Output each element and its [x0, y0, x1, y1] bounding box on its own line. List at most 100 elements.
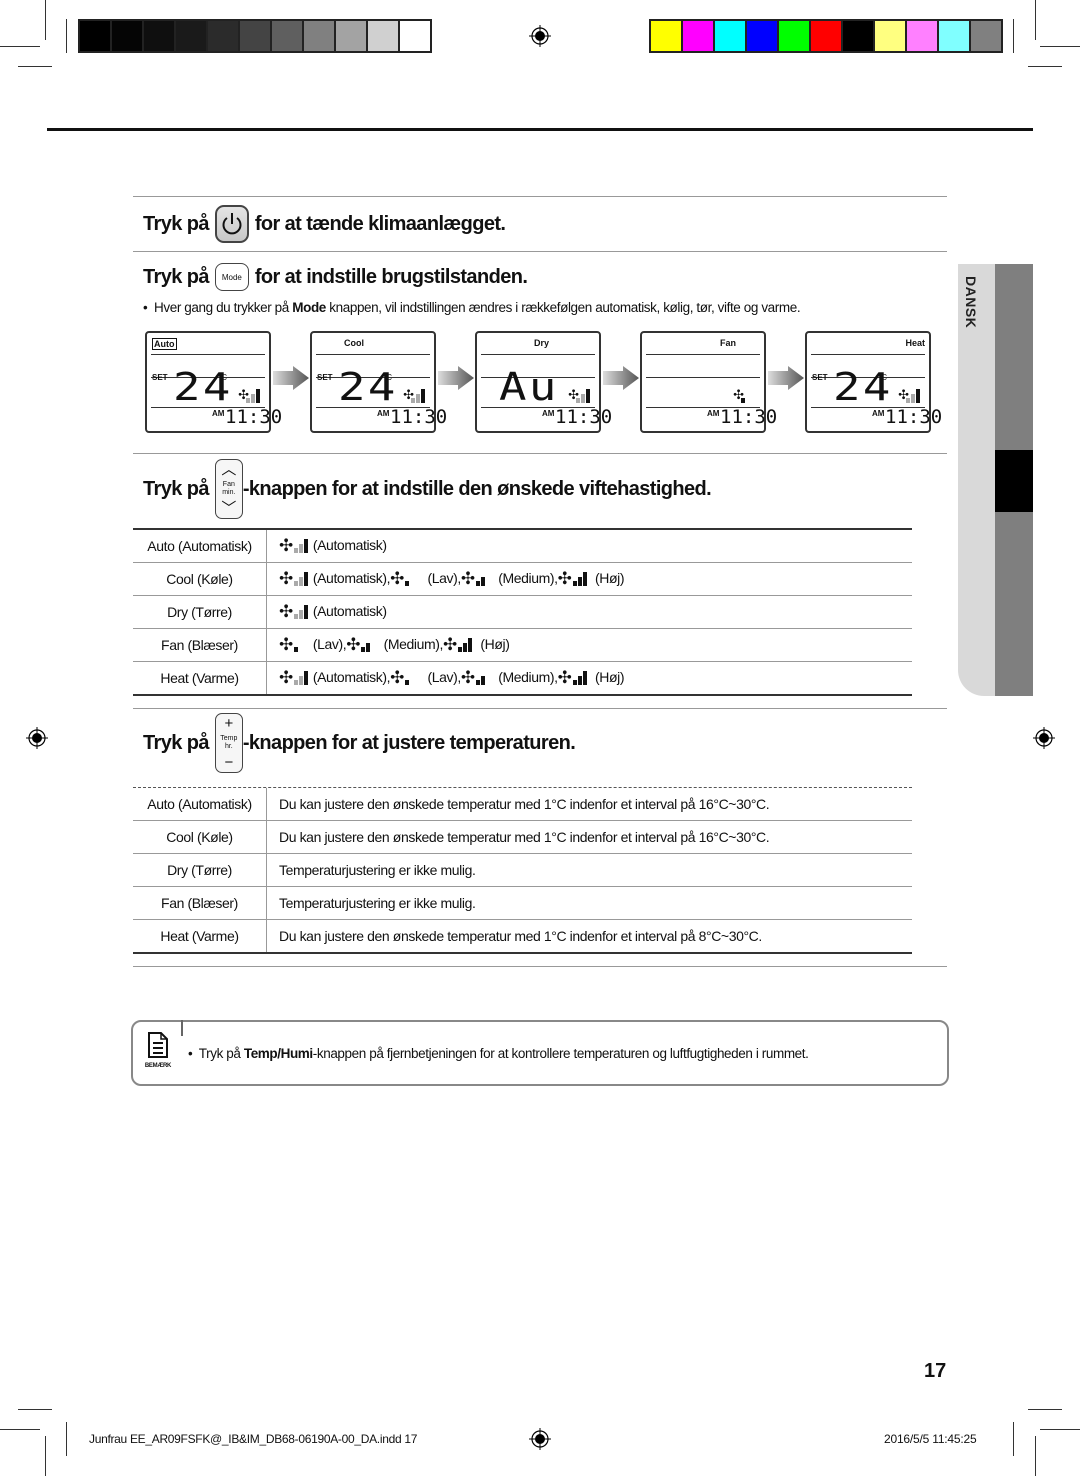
power-button[interactable]: [214, 205, 249, 243]
mode-cell: Heat (Varme): [133, 661, 267, 696]
plus-icon[interactable]: +: [224, 716, 233, 731]
fan-icon: ✣: [460, 569, 475, 588]
fan-options-cell: ✣ (Automatisk): [266, 530, 912, 563]
gray-swatch: [368, 21, 398, 51]
mode-cell: Fan (Blæser): [133, 886, 267, 920]
table-row: Heat (Varme) ✣ (Automatisk),✣ (Lav),✣ (Med…: [133, 661, 912, 696]
crop-mark: [1040, 1429, 1080, 1430]
gray-swatch: [304, 21, 334, 51]
crop-mark: [0, 1429, 40, 1430]
gray-swatch: [80, 21, 110, 51]
lcd-set-label: SET: [317, 373, 333, 382]
color-swatch: [939, 21, 969, 51]
crop-mark: [66, 1422, 67, 1456]
description-cell: Du kan justere den ønskede temperatur me…: [266, 919, 912, 954]
fan-speed-bars-icon: [293, 572, 312, 586]
arrow-right-icon: [768, 366, 804, 390]
heading-prefix: Tryk på: [143, 731, 209, 754]
fan-icon: ✣: [390, 569, 404, 588]
fan-speed-bars-icon: [293, 638, 312, 652]
minus-icon[interactable]: −: [224, 755, 233, 770]
heading-prefix: Tryk på: [143, 265, 209, 288]
header-rule: [47, 128, 1033, 131]
fan-option: ✣ (Medium),: [346, 635, 444, 654]
fan-icon: ✣: [279, 569, 293, 588]
description-cell: Du kan justere den ønskede temperatur me…: [266, 820, 912, 854]
mode-cell: Cool (Køle): [133, 820, 267, 854]
lcd-time: 11:30: [225, 406, 283, 428]
color-swatch: [651, 21, 681, 51]
gray-swatch: [272, 21, 302, 51]
fan-icon: ✣: [443, 635, 457, 654]
fan-speed-bars-icon: [572, 671, 591, 685]
fan-option: ✣ (Automatisk),: [279, 668, 391, 687]
fan-icon: ✣: [279, 602, 293, 621]
chevron-down-icon[interactable]: ﹀: [221, 501, 236, 516]
lcd-time: 11:30: [720, 406, 778, 428]
temp-button[interactable]: + Temp hr. −: [214, 713, 243, 773]
crop-mark: [18, 66, 52, 67]
section-mode-heading: Tryk på Mode for at indstille brugstilst…: [143, 263, 528, 291]
color-swatch: [683, 21, 713, 51]
section-divider: [133, 196, 947, 197]
fan-speed-bars-icon: [404, 671, 423, 685]
gray-color-bar: [78, 19, 432, 53]
registration-mark-icon: [529, 25, 551, 47]
crop-mark: [1013, 19, 1014, 53]
footer-timestamp: 2016/5/5 11:45:25: [884, 1432, 977, 1446]
chevron-up-icon[interactable]: ︿: [221, 462, 236, 477]
fan-icon: ✣: [346, 635, 361, 654]
table-row: Dry (Tørre) ✣ (Automatisk): [133, 595, 912, 629]
section-divider: [133, 453, 947, 454]
fan-icon: ✣: [279, 668, 293, 687]
fan-speed-bars-icon: [246, 387, 260, 403]
fan-option: ✣ (Lav),: [279, 635, 347, 654]
crop-mark: [45, 1436, 46, 1476]
registration-mark-icon: [1033, 727, 1055, 749]
registration-mark-icon: [26, 727, 48, 749]
gray-swatch: [144, 21, 174, 51]
fan-options-cell: ✣ (Automatisk),✣ (Lav),✣ (Medium),✣ (Høj): [266, 562, 912, 596]
lcd-mode-label: Dry: [534, 338, 550, 348]
note-icon: BEMÆRK: [143, 1032, 173, 1078]
section-divider: [133, 251, 947, 252]
mode-button[interactable]: Mode: [214, 263, 249, 291]
heading-suffix: for at indstille brugstilstanden.: [254, 265, 528, 288]
lcd-am: AM: [707, 409, 720, 418]
color-swatch: [971, 21, 1001, 51]
gray-swatch: [112, 21, 142, 51]
fan-icon: ✣: [279, 536, 293, 555]
section-fan-heading: Tryk på ︿ Fan min. ﹀ -knappen for at inds…: [143, 459, 712, 519]
gray-swatch: [400, 21, 430, 51]
fan-speed-bars-icon: [404, 572, 423, 586]
fan-icon: ✣: [557, 569, 572, 588]
lcd-time: 11:30: [390, 406, 448, 428]
color-swatch: [715, 21, 745, 51]
color-swatch: [811, 21, 841, 51]
fan-option: ✣ (Lav),: [390, 668, 461, 687]
mode-bullet: • Hver gang du trykker på Mode knappen, …: [143, 300, 801, 315]
fan-speed-bars-icon: [293, 605, 312, 619]
arrow-right-icon: [603, 366, 639, 390]
fan-speed-bars-icon: [361, 638, 379, 652]
fan-speed-bars-icon: [293, 671, 312, 685]
fan-speed-bars-icon: [906, 387, 920, 403]
section-divider: [133, 966, 947, 967]
lcd-mode-label: Fan: [720, 338, 737, 348]
temperature-table: Auto (Automatisk) Du kan justere den ønsk…: [133, 788, 912, 954]
lcd-set-label: SET: [152, 373, 168, 382]
fan-option: ✣ (Medium),: [460, 668, 558, 687]
color-swatch: [843, 21, 873, 51]
crop-mark: [0, 46, 40, 47]
heading-prefix: Tryk på: [143, 477, 209, 500]
table-row: Fan (Blæser) ✣ (Lav),✣ (Medium),✣ (Høj): [133, 628, 912, 662]
fan-speed-button[interactable]: ︿ Fan min. ﹀: [214, 459, 243, 519]
fan-icon: ✣: [460, 668, 475, 687]
heading-suffix: -knappen for at indstille den ønskede vi…: [242, 477, 712, 500]
lcd-mode-label: Heat: [905, 338, 925, 348]
fan-option: ✣ (Automatisk): [279, 536, 387, 555]
crop-mark: [18, 1409, 52, 1410]
crop-mark: [1013, 1422, 1014, 1456]
crop-mark: [1028, 1409, 1062, 1410]
registration-mark-icon: [529, 1428, 551, 1450]
